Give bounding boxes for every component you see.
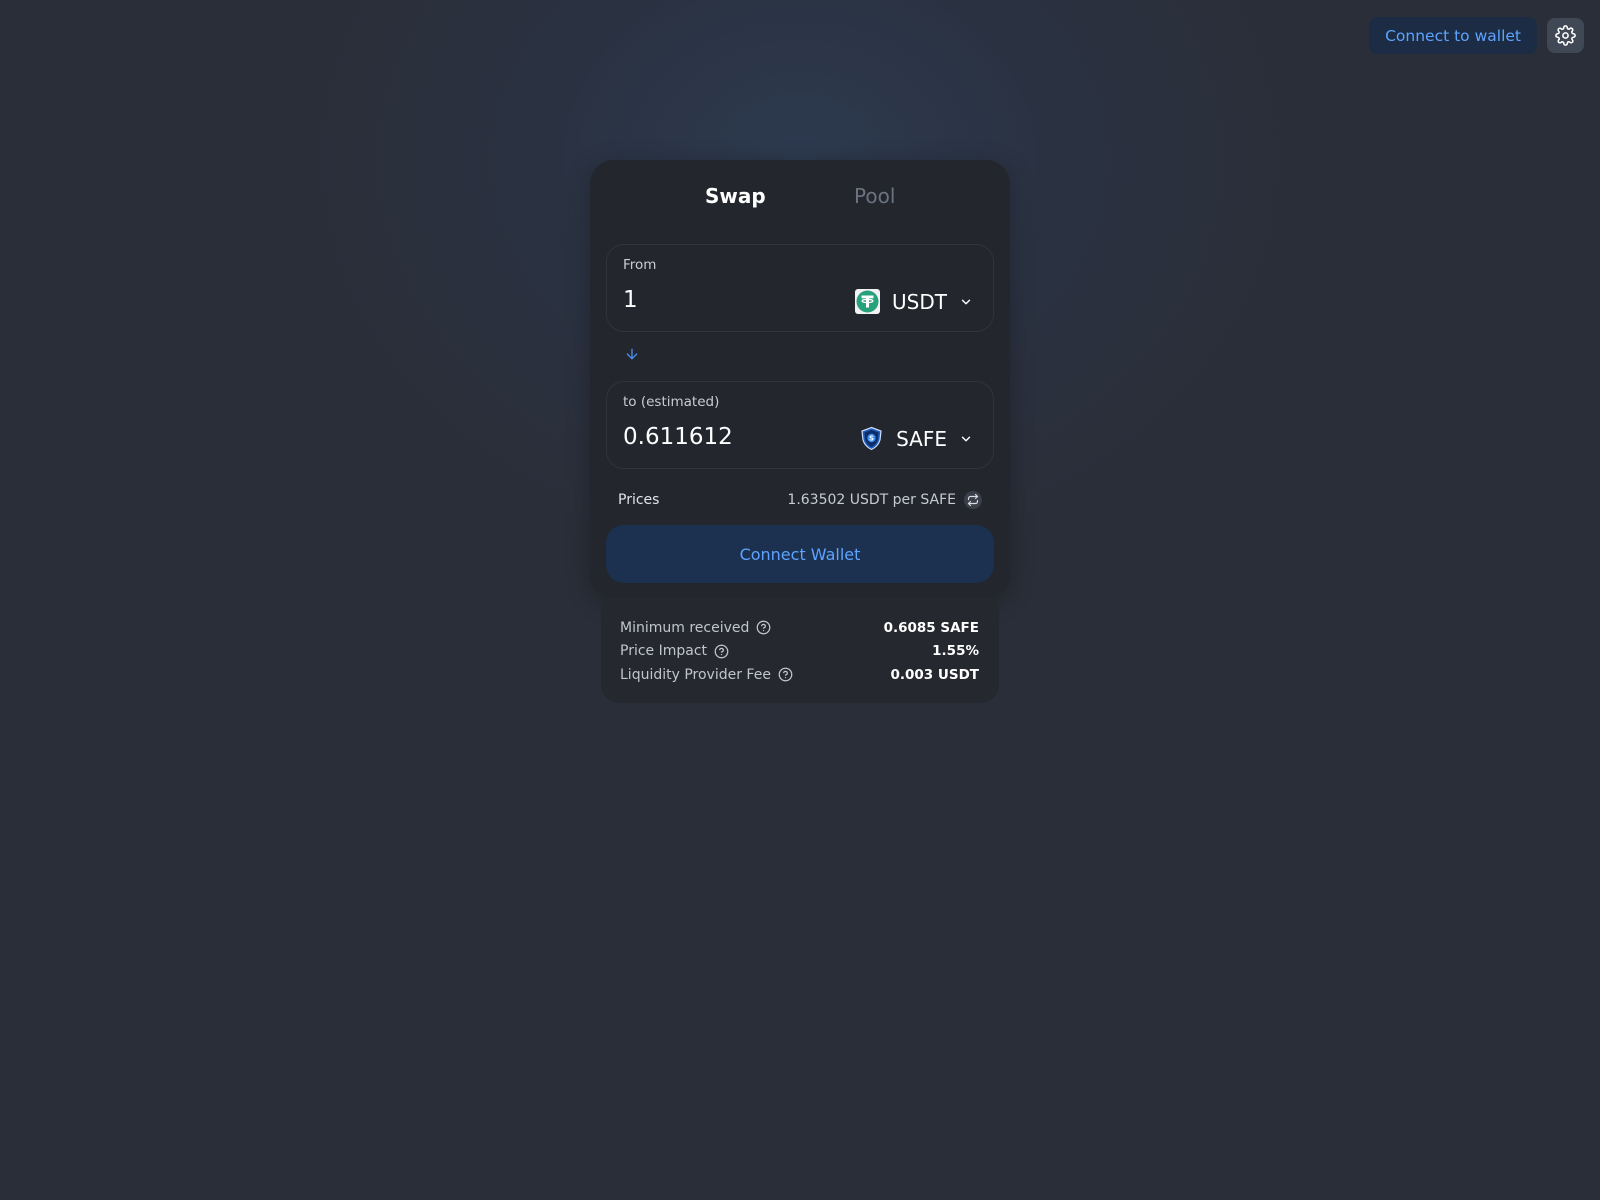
price-text: 1.63502 USDT per SAFE [787,492,956,508]
prices-row: Prices 1.63502 USDT per SAFE [618,490,982,510]
connect-to-wallet-label: Connect to wallet [1385,26,1521,45]
detail-row-price-impact: Price Impact 1.55% [620,640,979,664]
from-token-box: From USDT [606,244,994,332]
liquidity-provider-fee-label: Liquidity Provider Fee [620,666,771,683]
from-token-symbol: USDT [892,289,947,314]
connect-wallet-label: Connect Wallet [739,544,861,564]
price-impact-label: Price Impact [620,643,708,660]
detail-label-group: Price Impact [620,643,729,659]
swap-card: Swap Pool From USDT to (estimated) [590,160,1010,598]
help-circle-icon[interactable] [714,644,729,659]
minimum-received-label: Minimum received [620,619,750,636]
tab-pool[interactable]: Pool [854,184,895,208]
to-token-box: to (estimated) S SAFE [606,381,994,469]
to-token-select[interactable]: S SAFE [859,426,973,451]
to-amount-input[interactable] [623,424,823,450]
to-token-symbol: SAFE [896,426,947,451]
svg-text:S: S [869,435,874,443]
help-circle-icon[interactable] [756,620,771,635]
detail-label-group: Liquidity Provider Fee [620,667,793,683]
prices-value-group: 1.63502 USDT per SAFE [787,491,982,509]
detail-row-liquidity-provider-fee: Liquidity Provider Fee 0.003 USDT [620,663,979,687]
from-amount-input[interactable] [623,287,823,313]
from-token-select[interactable]: USDT [855,289,973,314]
safe-token-icon: S [861,426,882,451]
usdt-token-icon [855,289,881,314]
price-impact-value: 1.55% [932,643,979,660]
connect-wallet-button[interactable]: Connect Wallet [606,525,994,583]
trade-details: Minimum received 0.6085 SAFE Price Impac… [601,598,999,703]
from-label: From [623,257,657,273]
tabs: Swap Pool [590,184,1010,216]
header-actions: Connect to wallet [1369,17,1584,54]
minimum-received-value: 0.6085 SAFE [883,619,979,636]
detail-row-minimum-received: Minimum received 0.6085 SAFE [620,616,979,640]
chevron-down-icon [961,299,971,304]
detail-label-group: Minimum received [620,620,771,636]
prices-label: Prices [618,492,660,508]
to-label: to (estimated) [623,394,720,410]
chevron-down-icon [961,436,971,441]
arrow-down-icon[interactable] [624,346,640,362]
settings-button[interactable] [1547,18,1584,53]
tab-swap[interactable]: Swap [705,184,766,208]
repeat-icon [967,494,979,506]
invert-price-button[interactable] [964,491,982,509]
help-circle-icon[interactable] [778,667,793,682]
connect-to-wallet-button[interactable]: Connect to wallet [1369,17,1537,54]
liquidity-provider-fee-value: 0.003 USDT [890,666,979,683]
gear-icon [1555,25,1576,46]
